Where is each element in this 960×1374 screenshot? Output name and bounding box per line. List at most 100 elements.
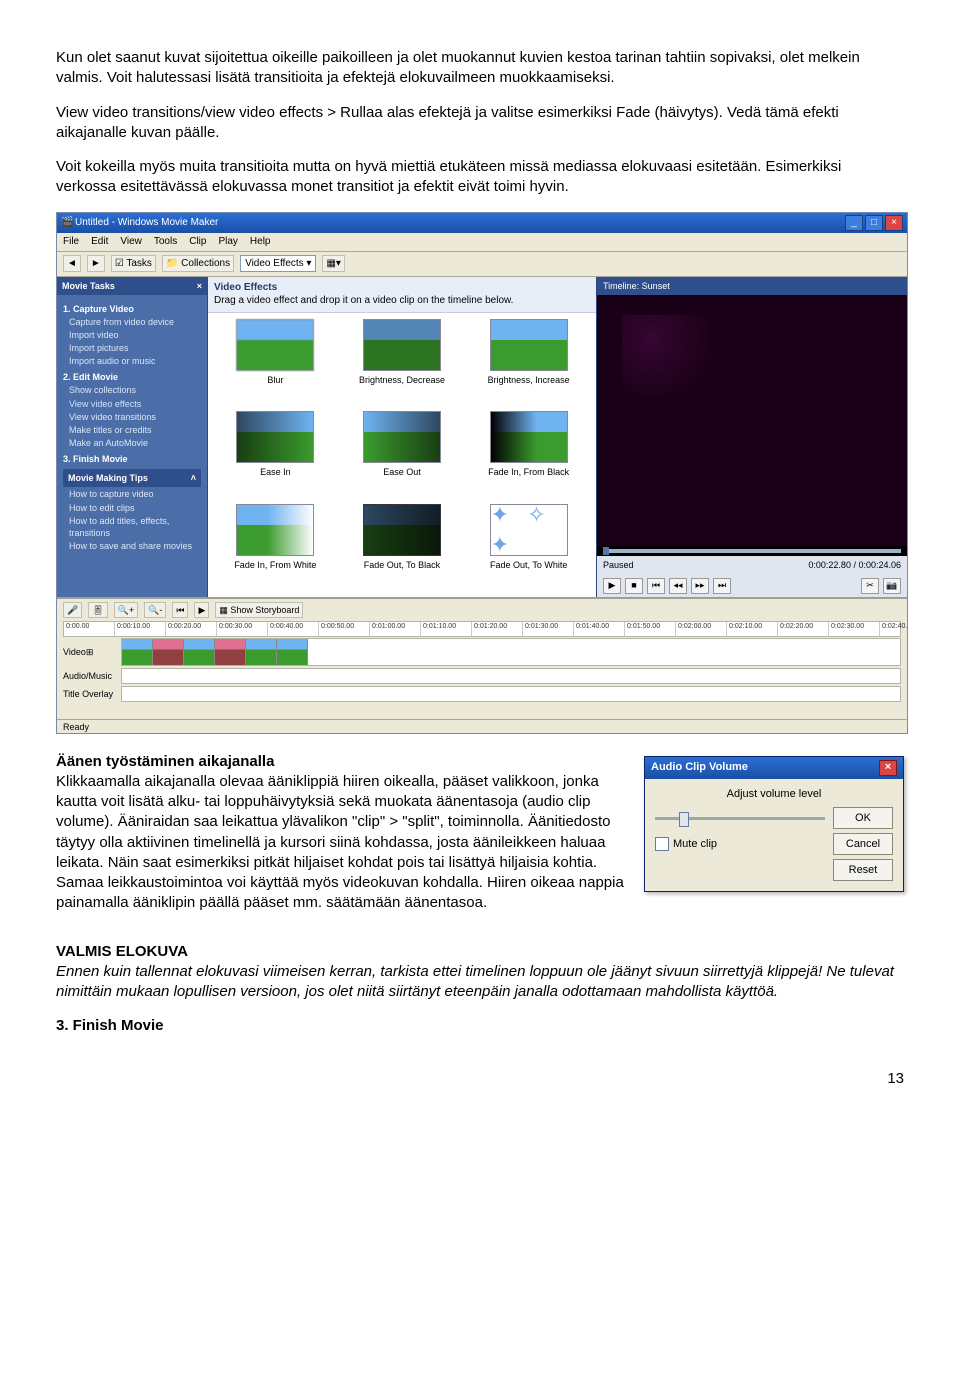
task-item[interactable]: Capture from video device — [69, 316, 201, 328]
dialog-volume-slider[interactable] — [655, 810, 825, 826]
tl-video-track[interactable] — [121, 638, 901, 666]
tl-tick: 0:01:50.00 — [625, 622, 676, 636]
fx-title: Video Effects — [214, 281, 590, 295]
preview-seekbar[interactable] — [603, 549, 901, 553]
tl-tick: 0:02:20.00 — [778, 622, 829, 636]
tl-title-track[interactable] — [121, 686, 901, 702]
task-tip[interactable]: How to edit clips — [69, 502, 201, 514]
dialog-cancel-button[interactable]: Cancel — [833, 833, 893, 855]
split-button[interactable]: ✂ — [861, 578, 879, 594]
menu-help[interactable]: Help — [250, 235, 271, 249]
preview-video — [597, 295, 907, 547]
close-button[interactable]: × — [885, 215, 903, 231]
toolbar-fwd-icon[interactable]: ► — [87, 255, 105, 273]
dialog-close-button[interactable]: × — [879, 760, 897, 776]
tl-title-label: Title Overlay — [63, 686, 121, 702]
fx-item[interactable]: Brightness, Decrease — [343, 319, 462, 406]
tl-tick: 0:02:30.00 — [829, 622, 880, 636]
fx-item[interactable]: Fade In, From White — [216, 504, 335, 591]
task-item[interactable]: Make an AutoMovie — [69, 437, 201, 449]
task-tip[interactable]: How to capture video — [69, 488, 201, 500]
rewind-button[interactable]: ◂◂ — [669, 578, 687, 594]
fx-item[interactable]: Brightness, Increase — [469, 319, 588, 406]
fx-item[interactable]: Fade Out, To Black — [343, 504, 462, 591]
paragraph-3: Voit kokeilla myös muita transitioita mu… — [56, 157, 904, 198]
task-item[interactable]: Import pictures — [69, 342, 201, 354]
task-capture-heading[interactable]: 1. Capture Video — [63, 303, 201, 315]
snapshot-button[interactable]: 📷 — [883, 578, 901, 594]
task-item[interactable]: Import audio or music — [69, 355, 201, 367]
tl-play-icon[interactable]: ▶ — [194, 602, 209, 618]
menu-edit[interactable]: Edit — [91, 235, 108, 249]
wmm-titlebar: 🎬 Untitled - Windows Movie Maker _ □ × — [57, 213, 907, 233]
toolbar-collections[interactable]: 📁 Collections — [162, 255, 234, 273]
menu-clip[interactable]: Clip — [189, 235, 206, 249]
task-item[interactable]: Make titles or credits — [69, 424, 201, 436]
wmm-menubar: File Edit View Tools Clip Play Help — [57, 233, 907, 252]
tl-tick: 0:01:40.00 — [574, 622, 625, 636]
chevron-up-icon[interactable]: ˄ — [191, 472, 196, 484]
stop-button[interactable]: ■ — [625, 578, 643, 594]
tl-tick: 0:01:10.00 — [421, 622, 472, 636]
tl-tick: 0:00:20.00 — [166, 622, 217, 636]
dialog-mute-checkbox[interactable]: Mute clip — [655, 837, 825, 852]
task-edit-heading[interactable]: 2. Edit Movie — [63, 371, 201, 383]
app-icon: 🎬 — [61, 216, 75, 230]
tl-ruler[interactable]: 0:00.000:00:10.000:00:20.000:00:30.000:0… — [63, 621, 901, 637]
valmis-heading: VALMIS ELOKUVA — [56, 942, 904, 962]
task-item[interactable]: View video transitions — [69, 411, 201, 423]
menu-play[interactable]: Play — [218, 235, 237, 249]
audio-volume-dialog: Audio Clip Volume × Adjust volume level … — [644, 756, 904, 893]
task-tips-title: Movie Making Tips — [68, 472, 148, 484]
paragraph-1: Kun olet saanut kuvat sijoitettua oikeil… — [56, 48, 904, 89]
tl-zoomout-icon[interactable]: 🔍- — [144, 602, 166, 618]
toolbar-back-icon[interactable]: ◄ — [63, 255, 81, 273]
task-panel-close-icon[interactable]: × — [197, 280, 202, 292]
fx-item[interactable]: Ease In — [216, 411, 335, 498]
wmm-timeline: 🎤 🎚 🔍+ 🔍- ⏮ ▶ ▦ Show Storyboard 0:00.000… — [57, 597, 907, 719]
menu-tools[interactable]: Tools — [154, 235, 177, 249]
task-item[interactable]: Show collections — [69, 384, 201, 396]
audio-section-body: Klikkaamalla aikajanalla olevaa ääniklip… — [56, 773, 624, 912]
task-finish-heading[interactable]: 3. Finish Movie — [63, 453, 201, 465]
wmm-title: Untitled - Windows Movie Maker — [75, 216, 218, 230]
fx-item[interactable]: Fade In, From Black — [469, 411, 588, 498]
minimize-button[interactable]: _ — [845, 215, 863, 231]
tl-tick: 0:00:50.00 — [319, 622, 370, 636]
wmm-screenshot: 🎬 Untitled - Windows Movie Maker _ □ × F… — [56, 212, 908, 734]
wmm-effects-panel: Video Effects Drag a video effect and dr… — [208, 277, 596, 597]
fx-subtitle: Drag a video effect and drop it on a vid… — [214, 294, 590, 308]
wmm-statusbar: Ready — [57, 719, 907, 734]
forward-button[interactable]: ▸▸ — [691, 578, 709, 594]
tl-tick: 0:01:30.00 — [523, 622, 574, 636]
tl-rewind-icon[interactable]: ⏮ — [172, 602, 188, 618]
menu-view[interactable]: View — [120, 235, 142, 249]
prev-button[interactable]: ⏮ — [647, 578, 665, 594]
tl-show-storyboard[interactable]: ▦ Show Storyboard — [215, 602, 303, 618]
tl-narrate-icon[interactable]: 🎤 — [63, 602, 82, 618]
task-item[interactable]: View video effects — [69, 398, 201, 410]
fx-item[interactable]: Blur — [216, 319, 335, 406]
tl-tick: 0:00:10.00 — [115, 622, 166, 636]
dialog-reset-button[interactable]: Reset — [833, 859, 893, 881]
task-item[interactable]: Import video — [69, 329, 201, 341]
tl-tick: 0:00:30.00 — [217, 622, 268, 636]
tl-audio-track[interactable] — [121, 668, 901, 684]
fx-item[interactable]: Ease Out — [343, 411, 462, 498]
paragraph-2: View video transitions/view video effect… — [56, 103, 904, 144]
toolbar-view-icon[interactable]: ▦▾ — [322, 255, 344, 273]
next-button[interactable]: ⏭ — [713, 578, 731, 594]
menu-file[interactable]: File — [63, 235, 79, 249]
wmm-preview: Timeline: Sunset Paused 0:00:22.80 / 0:0… — [596, 277, 907, 597]
tl-levels-icon[interactable]: 🎚 — [88, 602, 107, 618]
valmis-body: Ennen kuin tallennat elokuvasi viimeisen… — [56, 962, 904, 1003]
toolbar-collection-dropdown[interactable]: Video Effects ▾ — [240, 255, 316, 273]
toolbar-tasks[interactable]: ☑ Tasks — [111, 255, 156, 273]
dialog-ok-button[interactable]: OK — [833, 807, 893, 829]
fx-item[interactable]: Fade Out, To White — [469, 504, 588, 591]
maximize-button[interactable]: □ — [865, 215, 883, 231]
tl-zoomin-icon[interactable]: 🔍+ — [114, 602, 138, 618]
task-tip[interactable]: How to add titles, effects, transitions — [69, 515, 201, 539]
task-tip[interactable]: How to save and share movies — [69, 540, 201, 552]
play-button[interactable]: ▶ — [603, 578, 621, 594]
